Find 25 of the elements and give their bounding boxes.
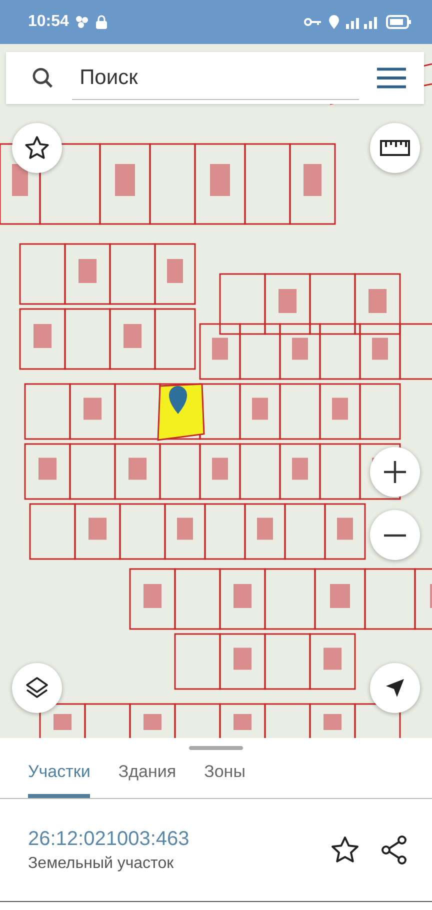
tab[interactable]: Участки bbox=[28, 750, 90, 798]
lock-icon bbox=[94, 15, 108, 29]
status-time: 10:54 bbox=[28, 13, 69, 31]
parcel-number[interactable]: 26:12:021003:463 bbox=[28, 828, 310, 850]
ruler-icon bbox=[380, 140, 410, 156]
parcel-type: Земельный участок bbox=[28, 854, 175, 872]
minus-icon bbox=[383, 534, 407, 536]
tab[interactable]: Зоны bbox=[204, 750, 246, 798]
location-pin-icon bbox=[169, 386, 187, 414]
drag-handle[interactable] bbox=[189, 746, 243, 750]
search-icon bbox=[32, 67, 54, 89]
menu-icon[interactable] bbox=[376, 67, 406, 89]
battery-icon bbox=[386, 15, 412, 29]
search-field[interactable]: Поиск bbox=[6, 52, 424, 104]
signal-icon bbox=[346, 15, 380, 29]
favorite-button[interactable] bbox=[330, 835, 360, 865]
plus-icon bbox=[383, 460, 407, 484]
star-icon bbox=[24, 135, 50, 161]
layers-icon bbox=[24, 675, 50, 701]
notification-icon bbox=[74, 15, 89, 29]
location-icon bbox=[328, 15, 340, 29]
tab[interactable]: Здания bbox=[118, 750, 176, 798]
key-icon bbox=[304, 17, 322, 27]
navigation-arrow-icon bbox=[384, 677, 406, 699]
share-button[interactable] bbox=[380, 835, 408, 865]
